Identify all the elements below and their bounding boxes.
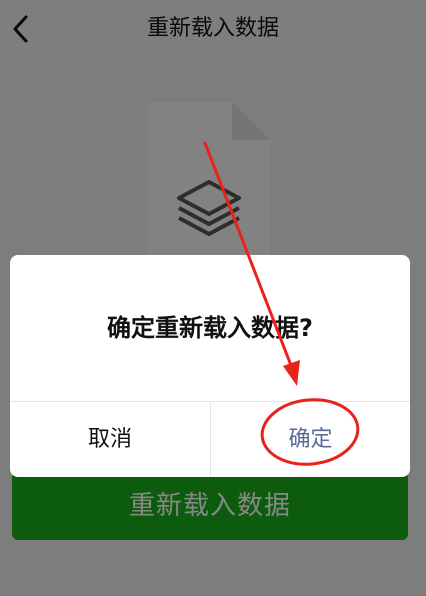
dialog-message: 确定重新载入数据? bbox=[107, 314, 313, 342]
cancel-button[interactable]: 取消 bbox=[10, 402, 210, 477]
confirm-dialog: 确定重新载入数据? 取消 确定 bbox=[10, 255, 410, 477]
confirm-button[interactable]: 确定 bbox=[211, 402, 410, 477]
